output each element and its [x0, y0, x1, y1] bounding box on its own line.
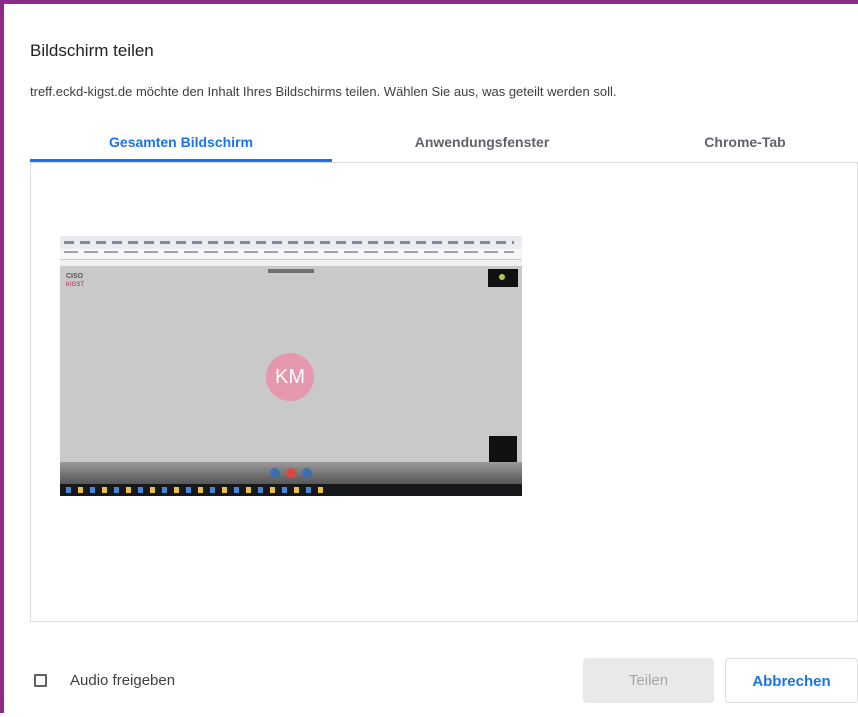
dialog-footer: Audio freigeben Teilen Abbrechen — [4, 629, 858, 717]
audio-share-label[interactable]: Audio freigeben — [70, 672, 175, 689]
share-screen-dialog: Bildschirm teilen treff.eckd-kigst.de mö… — [0, 0, 858, 713]
tab-application-window[interactable]: Anwendungsfenster — [332, 124, 632, 162]
tab-entire-screen[interactable]: Gesamten Bildschirm — [30, 124, 332, 162]
preview-address-bar — [60, 249, 522, 260]
preview-meeting-label — [268, 269, 314, 273]
preview-avatar: KM — [266, 353, 314, 401]
preview-self-view-tile — [489, 436, 517, 462]
preview-call-controls — [60, 462, 522, 484]
dialog-title: Bildschirm teilen — [30, 41, 154, 60]
tab-application-window-label: Anwendungsfenster — [414, 134, 550, 150]
tab-bar: Gesamten Bildschirm Anwendungsfenster Ch… — [30, 124, 858, 162]
preview-taskbar — [60, 484, 522, 496]
tab-chrome-tab-label: Chrome-Tab — [704, 134, 786, 150]
preview-bookmarks-bar — [60, 260, 522, 266]
screen-preview-thumbnail[interactable]: CISO KIGST KM — [60, 236, 522, 496]
cancel-button[interactable]: Abbrechen — [725, 658, 858, 703]
preview-hangup-icon — [286, 468, 296, 478]
source-selection-panel: CISO KIGST KM — [30, 162, 858, 622]
audio-share-checkbox[interactable] — [34, 674, 47, 687]
dialog-message: treff.eckd-kigst.de möchte den Inhalt Ih… — [30, 84, 617, 99]
preview-camera-icon — [302, 468, 312, 478]
share-button[interactable]: Teilen — [583, 658, 714, 703]
preview-logo: CISO KIGST — [66, 273, 85, 288]
preview-video-tile — [488, 269, 518, 287]
preview-browser-tabs — [60, 236, 522, 249]
tab-entire-screen-label: Gesamten Bildschirm — [109, 134, 253, 150]
preview-mic-icon — [270, 468, 280, 478]
tab-chrome-tab[interactable]: Chrome-Tab — [632, 124, 858, 162]
